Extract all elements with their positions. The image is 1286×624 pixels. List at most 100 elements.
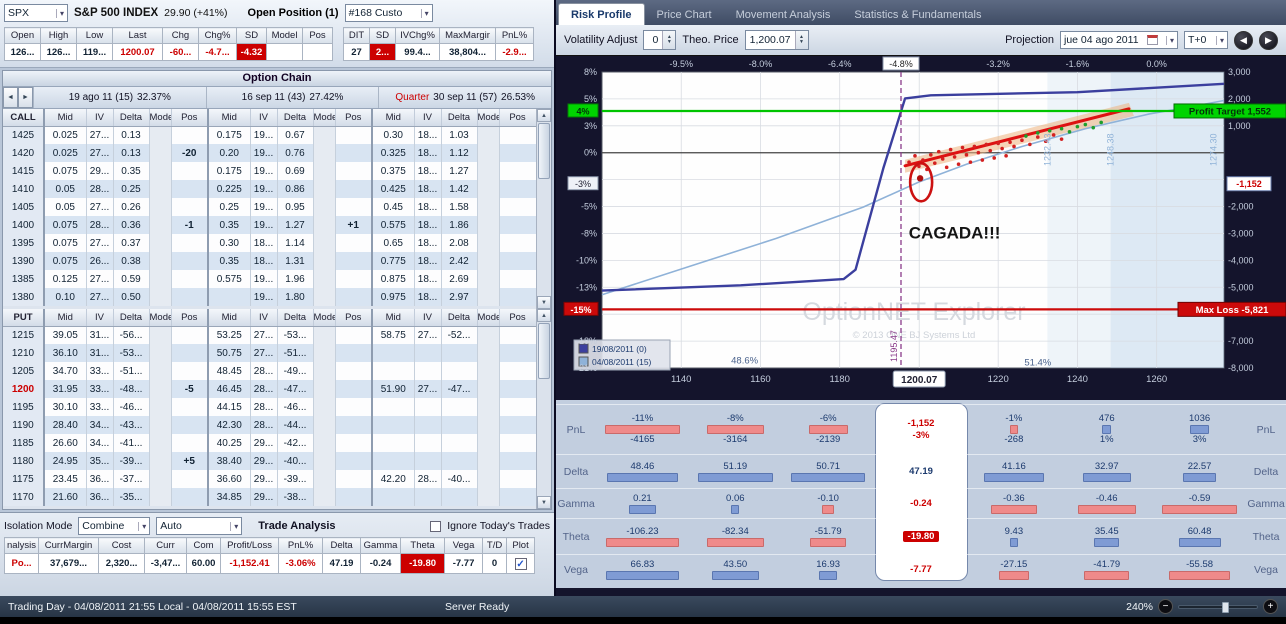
iv-cell[interactable] [414, 452, 441, 470]
pos-cell[interactable] [171, 162, 208, 180]
delta-cell[interactable]: -46... [277, 398, 313, 416]
mid-cell[interactable]: 0.45 [372, 198, 414, 216]
spinner-arrows-icon[interactable]: ▲▼ [662, 31, 675, 49]
mid-cell[interactable]: 21.60 [44, 488, 86, 506]
iv-cell[interactable]: 36... [86, 488, 113, 506]
mode-cell[interactable] [149, 144, 171, 162]
pos-cell[interactable] [335, 270, 372, 288]
mid-cell[interactable]: 0.375 [372, 162, 414, 180]
mode-cell[interactable] [477, 216, 499, 234]
delta-cell[interactable]: 0.35 [113, 162, 149, 180]
mid-cell[interactable]: 44.15 [208, 398, 250, 416]
mode-cell[interactable] [149, 380, 171, 398]
mid-cell[interactable]: 0.05 [44, 198, 86, 216]
iv-cell[interactable]: 18... [414, 234, 441, 252]
pos-cell[interactable] [335, 162, 372, 180]
iv-cell[interactable]: 19... [250, 288, 277, 306]
mode-cell[interactable] [313, 216, 335, 234]
mode-cell[interactable] [313, 452, 335, 470]
pos-cell[interactable] [499, 144, 536, 162]
expiry-prev-button[interactable]: ◄ [3, 87, 18, 108]
pos-cell[interactable] [335, 288, 372, 306]
symbol-select[interactable]: SPX ▾ [4, 4, 68, 22]
strike-cell[interactable]: 1215 [3, 326, 44, 344]
mid-cell[interactable]: 0.025 [44, 144, 86, 162]
iv-cell[interactable]: 28... [250, 416, 277, 434]
mid-cell[interactable]: 46.45 [208, 380, 250, 398]
pos-cell[interactable] [499, 398, 536, 416]
pos-cell[interactable] [499, 180, 536, 198]
scroll-thumb[interactable] [538, 123, 550, 179]
mode-cell[interactable] [149, 488, 171, 506]
mode-cell[interactable] [313, 326, 335, 344]
mode-cell[interactable] [477, 344, 499, 362]
iv-cell[interactable]: 18... [250, 234, 277, 252]
expiry-tab[interactable]: 16 sep 11 (43)27.42% [206, 87, 379, 108]
zoom-out-button[interactable]: − [1158, 599, 1173, 614]
iv-cell[interactable]: 27... [250, 344, 277, 362]
mid-cell[interactable]: 0.10 [44, 288, 86, 306]
strike-cell[interactable]: 1425 [3, 126, 44, 144]
pos-cell[interactable] [499, 416, 536, 434]
iv-cell[interactable]: 34... [86, 434, 113, 452]
iv-cell[interactable] [414, 434, 441, 452]
mid-cell[interactable]: 48.45 [208, 362, 250, 380]
ignore-trades-checkbox[interactable] [430, 521, 441, 532]
pos-cell[interactable] [335, 180, 372, 198]
pos-cell[interactable]: -20 [171, 144, 208, 162]
pos-cell[interactable] [171, 252, 208, 270]
delta-cell[interactable]: 0.25 [113, 180, 149, 198]
pos-cell[interactable] [335, 198, 372, 216]
delta-cell[interactable]: -53... [277, 326, 313, 344]
iv-cell[interactable]: 27... [86, 126, 113, 144]
projection-date-picker[interactable]: jue 04 ago 2011 ▾ [1060, 31, 1178, 49]
iv-cell[interactable]: 27... [414, 326, 441, 344]
expiry-tab[interactable]: 19 ago 11 (15)32.37% [33, 87, 206, 108]
iv-cell[interactable] [414, 344, 441, 362]
iv-cell[interactable]: 19... [250, 198, 277, 216]
delta-cell[interactable]: 0.13 [113, 126, 149, 144]
iv-cell[interactable]: 19... [250, 144, 277, 162]
mode-cell[interactable] [313, 198, 335, 216]
put-scrollbar[interactable]: ▲ ▼ [536, 309, 551, 509]
iv-cell[interactable]: 18... [414, 216, 441, 234]
iv-cell[interactable]: 29... [250, 470, 277, 488]
delta-cell[interactable]: 0.86 [277, 180, 313, 198]
mode-cell[interactable] [477, 452, 499, 470]
theo-price-spinner[interactable]: 1,200.07 ▲▼ [745, 30, 809, 50]
iv-cell[interactable]: 18... [414, 270, 441, 288]
zoom-slider-thumb[interactable] [1222, 602, 1229, 613]
pos-cell[interactable] [499, 270, 536, 288]
mid-cell[interactable]: 34.70 [44, 362, 86, 380]
mode-cell[interactable] [477, 470, 499, 488]
delta-cell[interactable]: -52... [441, 326, 477, 344]
iv-cell[interactable]: 34... [86, 416, 113, 434]
delta-cell[interactable]: -46... [113, 398, 149, 416]
pos-cell[interactable] [499, 198, 536, 216]
mode-cell[interactable] [149, 216, 171, 234]
iv-cell[interactable]: 35... [86, 452, 113, 470]
iv-cell[interactable]: 27... [86, 144, 113, 162]
mode-cell[interactable] [313, 126, 335, 144]
mode-cell[interactable] [149, 398, 171, 416]
iv-cell[interactable]: 18... [414, 198, 441, 216]
mid-cell[interactable]: 0.325 [372, 144, 414, 162]
mode-cell[interactable] [477, 162, 499, 180]
iv-cell[interactable]: 18... [414, 288, 441, 306]
mode-cell[interactable] [149, 288, 171, 306]
strike-cell[interactable]: 1200 [3, 380, 44, 398]
iv-cell[interactable]: 31... [86, 326, 113, 344]
delta-cell[interactable]: 1.27 [277, 216, 313, 234]
iv-cell[interactable]: 29... [250, 434, 277, 452]
pos-cell[interactable] [171, 234, 208, 252]
delta-cell[interactable]: 2.42 [441, 252, 477, 270]
mid-cell[interactable]: 42.20 [372, 470, 414, 488]
delta-cell[interactable]: -35... [113, 488, 149, 506]
delta-cell[interactable]: -47... [441, 380, 477, 398]
strike-cell[interactable]: 1420 [3, 144, 44, 162]
mid-cell[interactable] [208, 288, 250, 306]
mode-cell[interactable] [313, 398, 335, 416]
delta-cell[interactable]: -39... [113, 452, 149, 470]
strike-cell[interactable]: 1395 [3, 234, 44, 252]
mid-cell[interactable]: 36.10 [44, 344, 86, 362]
